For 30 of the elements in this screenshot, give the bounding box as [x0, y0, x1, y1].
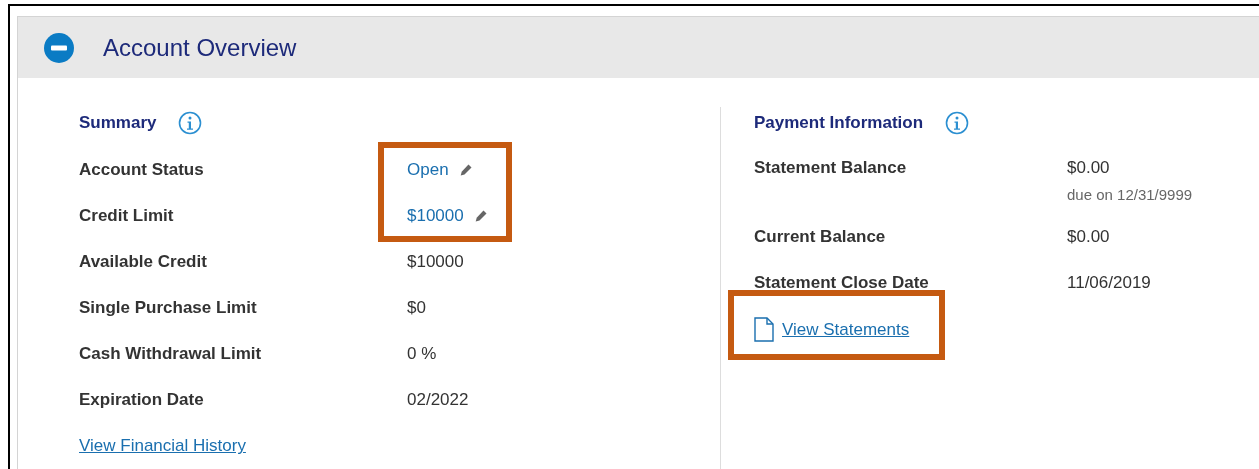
collapse-icon[interactable]	[43, 31, 75, 64]
field-label: Cash Withdrawal Limit	[79, 343, 263, 366]
panel-title: Account Overview	[103, 32, 297, 63]
due-date-note: due on 12/31/9999	[1067, 184, 1193, 205]
section-title: Summary	[79, 112, 157, 135]
field-label: Credit Limit	[79, 205, 175, 228]
field-value: $0	[407, 297, 426, 320]
pencil-icon[interactable]	[473, 209, 488, 223]
field-label: Statement Balance	[754, 157, 908, 179]
document-icon	[754, 317, 774, 343]
field-value: 11/06/2019	[1067, 272, 1151, 294]
field-value: $10000	[407, 251, 464, 274]
field-value: 0 %	[407, 343, 437, 366]
field-value: 02/2022	[407, 389, 469, 412]
info-icon[interactable]	[178, 111, 203, 135]
field-value: $0.00	[1067, 226, 1110, 248]
view-statements-link[interactable]: View Statements	[782, 317, 910, 343]
status-value[interactable]: $10000	[407, 203, 464, 229]
financial-history-link[interactable]: View Financial History	[79, 433, 246, 459]
section-title: Payment Information	[754, 112, 924, 135]
pencil-icon[interactable]	[458, 163, 473, 177]
field-label: Expiration Date	[79, 389, 205, 412]
status-value[interactable]: Open	[407, 157, 449, 183]
info-icon[interactable]	[945, 111, 970, 135]
field-label: Statement Close Date	[754, 272, 930, 294]
field-label: Account Status	[79, 159, 205, 182]
field-label: Available Credit	[79, 251, 208, 274]
field-label: Single Purchase Limit	[79, 297, 258, 320]
field-value: $0.00	[1067, 157, 1111, 179]
field-label: Current Balance	[754, 226, 887, 248]
